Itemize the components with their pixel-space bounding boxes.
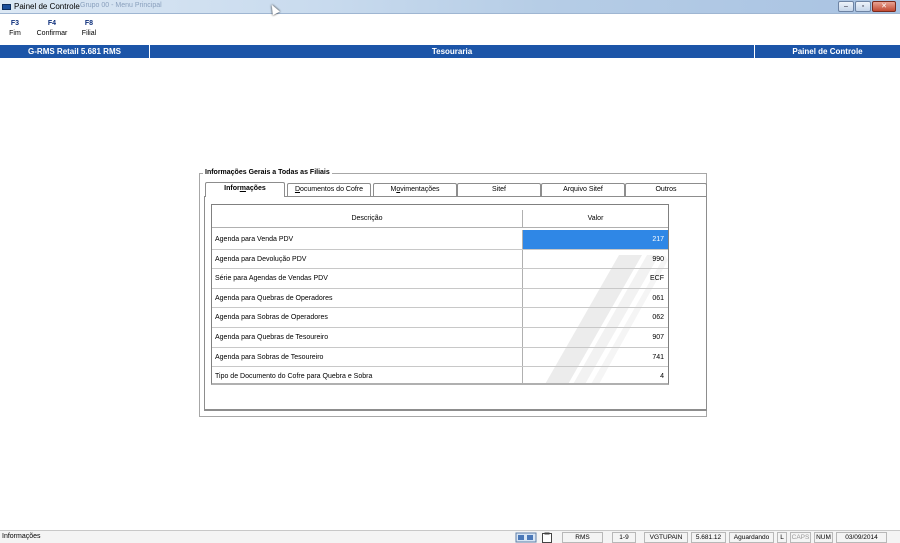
table-row[interactable]: Agenda para Sobras de Tesoureiro 741	[212, 347, 668, 368]
toolbar-fim-button[interactable]: F3 Fim	[0, 15, 30, 43]
toolbar-confirmar-button[interactable]: F4 Confirmar	[30, 15, 74, 43]
row-description: Agenda para Venda PDV	[212, 230, 523, 249]
status-bar: Informações RMS 1-9 VGTUPAIN 5.681.12 Ag…	[0, 530, 900, 543]
row-value[interactable]: 741	[523, 348, 668, 367]
window-subtitle: Grupo 00 - Menu Principal	[80, 2, 162, 9]
minimize-button[interactable]: –	[838, 1, 854, 12]
tab-outros[interactable]: Outros	[625, 183, 707, 196]
row-description: Agenda para Sobras de Operadores	[212, 308, 523, 327]
table-row[interactable]: Série para Agendas de Vendas PDV ECF	[212, 269, 668, 289]
tab-arquivo-sitef[interactable]: Arquivo Sitef	[541, 183, 625, 196]
status-mode: L	[777, 532, 787, 543]
toolbar-label: Filial	[81, 30, 97, 37]
table-row[interactable]: Agenda para Devolução PDV 990	[212, 249, 668, 270]
function-key-toolbar: F3 Fim F4 Confirmar F8 Filial	[0, 15, 104, 43]
row-description: Agenda para Quebras de Tesoureiro	[212, 328, 523, 347]
row-value[interactable]: 990	[523, 250, 668, 269]
table-row[interactable]: Agenda para Quebras de Tesoureiro 907	[212, 328, 668, 348]
close-button[interactable]: ✕	[872, 1, 896, 12]
toolbar-label: Fim	[9, 30, 21, 37]
table-row[interactable]: Tipo de Documento do Cofre para Quebra e…	[212, 367, 668, 383]
row-value[interactable]: 907	[523, 328, 668, 347]
row-value[interactable]: ECF	[523, 269, 668, 288]
status-caps-lock: CAPS	[790, 532, 811, 543]
clipboard-icon	[542, 532, 552, 543]
row-description: Agenda para Quebras de Operadores	[212, 288, 523, 308]
column-header-descricao[interactable]: Descrição	[212, 210, 523, 228]
app-icon	[2, 4, 11, 10]
status-program: VGTUPAIN	[644, 532, 688, 543]
window-titlebar: Painel de Controle Grupo 00 - Menu Princ…	[0, 0, 900, 16]
toolbar-label: Confirmar	[36, 30, 68, 37]
window-title: Painel de Controle	[14, 2, 80, 11]
status-version: 5.681.12	[691, 532, 726, 543]
row-description: Série para Agendas de Vendas PDV	[212, 269, 523, 288]
screen-title: Painel de Controle	[754, 45, 900, 58]
row-value[interactable]: 217	[523, 230, 668, 249]
toolbar-key: F3	[10, 20, 20, 27]
status-state: Aguardando	[729, 532, 774, 543]
row-value[interactable]: 061	[523, 289, 668, 308]
maximize-button[interactable]: ▫	[855, 1, 871, 12]
row-value[interactable]: 062	[523, 308, 668, 327]
tab-movimentacoes[interactable]: Movimentações	[373, 183, 457, 196]
network-icon	[515, 532, 537, 543]
status-company: 1-9	[612, 532, 636, 543]
row-description: Agenda para Devolução PDV	[212, 249, 523, 269]
status-message: Informações	[2, 533, 41, 540]
table-row[interactable]: Agenda para Quebras de Operadores 061	[212, 288, 668, 309]
row-description: Agenda para Sobras de Tesoureiro	[212, 347, 523, 367]
groupbox-title: Informações Gerais a Todas as Filiais	[203, 169, 332, 176]
tab-sitef[interactable]: Sitef	[457, 183, 541, 196]
status-num-lock: NUM	[814, 532, 833, 543]
mouse-cursor-icon	[268, 2, 280, 16]
toolbar-key: F8	[84, 20, 94, 27]
row-description: Tipo de Documento do Cofre para Quebra e…	[212, 367, 523, 383]
tab-documentos-do-cofre[interactable]: Documentos do Cofre	[287, 183, 371, 196]
tab-informacoes[interactable]: Informações	[205, 182, 285, 197]
module-title: Tesouraria	[431, 47, 473, 56]
window-controls: – ▫ ✕	[838, 1, 896, 12]
product-version-label: G-RMS Retail 5.681 RMS	[0, 45, 150, 58]
row-value[interactable]: 4	[523, 367, 668, 383]
table-row[interactable]: Agenda para Venda PDV 217	[212, 230, 668, 250]
toolbar-key: F4	[47, 20, 57, 27]
status-date: 03/09/2014	[836, 532, 887, 543]
grid-header: Descrição Valor	[212, 210, 668, 228]
info-grid[interactable]: Descrição Valor Agenda para Venda PDV 21…	[211, 204, 669, 385]
module-header-bar: G-RMS Retail 5.681 RMS Tesouraria Painel…	[0, 45, 900, 58]
status-system: RMS	[562, 532, 603, 543]
toolbar-filial-button[interactable]: F8 Filial	[74, 15, 104, 43]
table-row[interactable]: Agenda para Sobras de Operadores 062	[212, 308, 668, 328]
column-header-valor[interactable]: Valor	[523, 210, 668, 228]
